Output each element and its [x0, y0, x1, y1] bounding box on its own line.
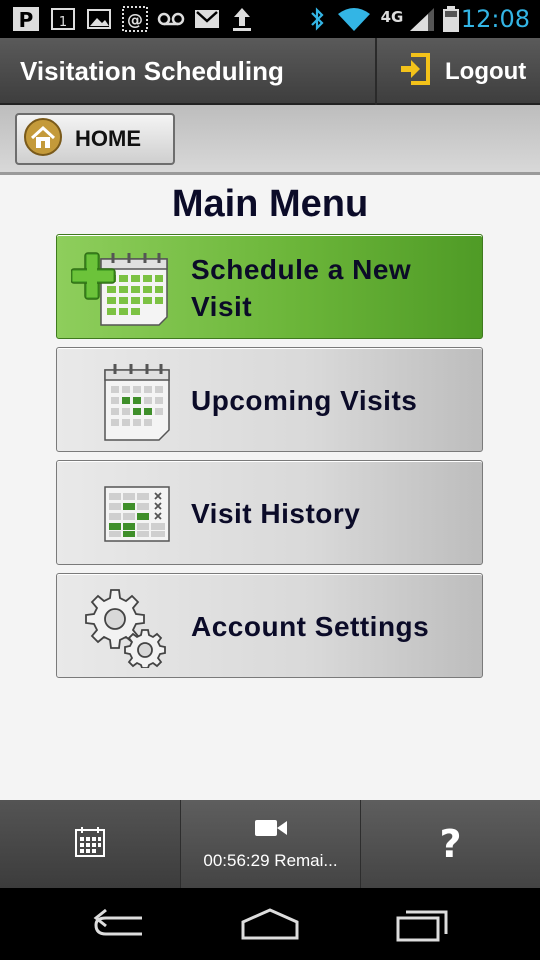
video-camera-icon	[254, 818, 288, 843]
battery-icon	[442, 6, 460, 32]
back-icon[interactable]	[84, 904, 154, 944]
account-settings-button[interactable]: Account Settings	[56, 573, 483, 678]
visit-history-label: Visit History	[191, 498, 361, 529]
svg-text:P: P	[19, 8, 34, 32]
schedule-new-visit-button[interactable]: Schedule a New Visit	[56, 234, 483, 339]
app-header: Visitation Scheduling Logout	[0, 38, 540, 105]
signal-icon	[408, 6, 436, 32]
calendar-icon	[71, 358, 175, 442]
status-bar: P 1 @ 4G 12:08	[0, 0, 540, 38]
wifi-icon	[336, 6, 372, 32]
tab-calendar[interactable]	[0, 800, 181, 888]
upcoming-visits-label: Upcoming Visits	[191, 385, 418, 416]
calendar-1-icon: 1	[50, 6, 76, 32]
home-nav-icon[interactable]	[235, 904, 305, 944]
house-icon	[23, 117, 63, 162]
calendar-add-icon	[70, 245, 175, 329]
main-content: Main Menu Schedule a New Visit Upcoming …	[0, 175, 540, 800]
visit-history-button[interactable]: Visit History	[56, 460, 483, 565]
tab-video-timer[interactable]: 00:56:29 Remai...	[181, 800, 361, 888]
bottom-tab-bar: 00:56:29 Remai... ?	[0, 800, 540, 888]
svg-text:1: 1	[59, 15, 67, 30]
timer-label: 00:56:29 Remai...	[203, 850, 338, 870]
gears-icon	[71, 584, 175, 669]
account-settings-label: Account Settings	[191, 611, 430, 642]
home-label: HOME	[75, 126, 141, 151]
system-nav-bar	[0, 888, 540, 960]
svg-text:@: @	[127, 10, 143, 29]
image-icon	[86, 6, 112, 32]
voicemail-icon	[156, 6, 186, 32]
help-icon: ?	[439, 822, 462, 866]
history-grid-icon	[71, 471, 175, 555]
network-type: 4G	[380, 8, 404, 26]
parking-icon: P	[12, 6, 40, 32]
home-button[interactable]: HOME	[15, 113, 175, 165]
logout-icon	[399, 52, 431, 91]
at-icon: @	[122, 6, 148, 32]
gmail-icon	[194, 6, 220, 32]
status-time: 12:08	[460, 5, 530, 33]
app-title: Visitation Scheduling	[20, 56, 284, 86]
logout-label: Logout	[445, 57, 527, 85]
upload-icon	[230, 6, 254, 32]
recent-apps-icon[interactable]	[388, 904, 458, 944]
calendar-icon	[74, 826, 106, 863]
home-bar: HOME	[0, 105, 540, 175]
page-title: Main Menu	[171, 183, 369, 225]
bluetooth-icon	[308, 6, 326, 32]
upcoming-visits-button[interactable]: Upcoming Visits	[56, 347, 483, 452]
schedule-new-visit-label: Schedule a New Visit	[191, 253, 412, 322]
tab-help[interactable]: ?	[361, 800, 540, 888]
logout-button[interactable]: Logout	[375, 38, 540, 105]
